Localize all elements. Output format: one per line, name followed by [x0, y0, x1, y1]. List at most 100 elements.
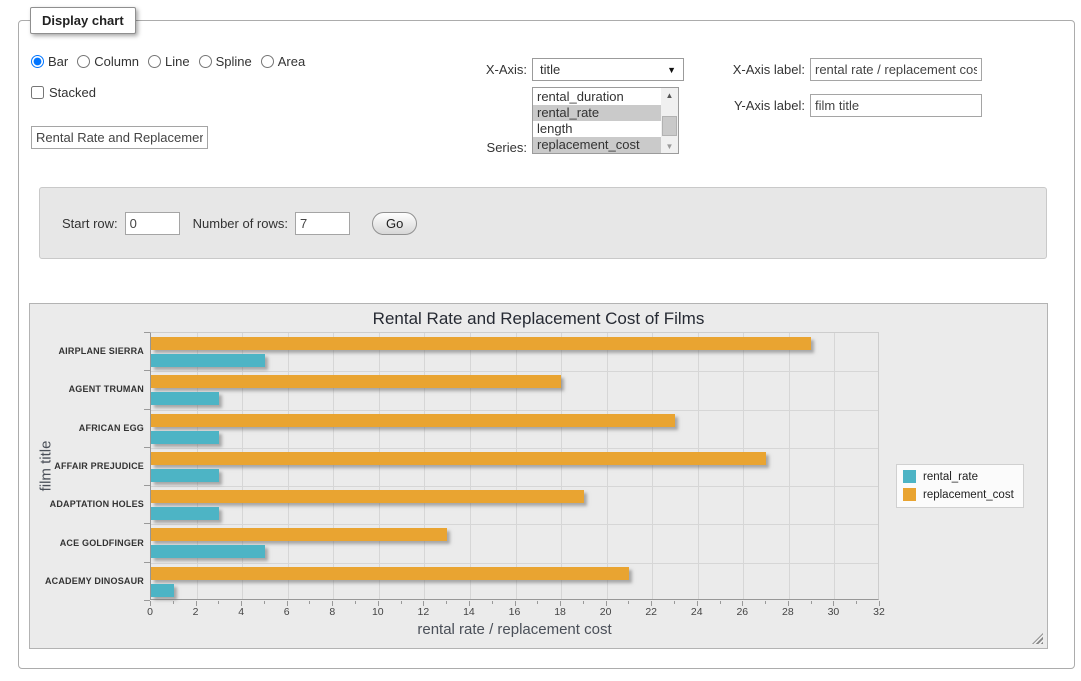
- replacement_cost-bar: [151, 567, 629, 580]
- x-tick-label: 16: [509, 606, 521, 618]
- x-axis-tick: [537, 601, 538, 604]
- chart-type-label: Bar: [48, 54, 68, 69]
- legend-swatch: [903, 488, 916, 501]
- y-axis-tick: [144, 600, 150, 601]
- chart-type-radio-bar[interactable]: [31, 55, 44, 68]
- chart-type-label: Line: [165, 54, 190, 69]
- rental_rate-bar: [151, 545, 265, 558]
- chart-title-input[interactable]: [31, 126, 208, 149]
- chart-legend: rental_rate replacement_cost: [896, 464, 1024, 508]
- go-button[interactable]: Go: [372, 212, 417, 235]
- chart-x-axis-title: rental rate / replacement cost: [150, 621, 879, 638]
- resize-handle-icon[interactable]: [1032, 633, 1043, 644]
- category-label: ACE GOLDFINGER: [30, 523, 144, 561]
- y-axis-label-input[interactable]: [810, 94, 982, 117]
- x-axis-tick: [173, 601, 174, 604]
- vertical-gridline: [652, 333, 653, 599]
- scroll-down-icon[interactable]: ▼: [661, 139, 678, 153]
- vertical-gridline: [333, 333, 334, 599]
- chart-type-option-column[interactable]: Column: [77, 54, 139, 69]
- series-multiselect[interactable]: rental_durationrental_ratelengthreplacem…: [532, 87, 679, 154]
- scroll-up-icon[interactable]: ▲: [661, 88, 678, 102]
- x-tick-label: 30: [828, 606, 840, 618]
- num-rows-input[interactable]: [295, 212, 350, 235]
- vertical-gridline: [470, 333, 471, 599]
- chart-type-option-spline[interactable]: Spline: [199, 54, 252, 69]
- series-option-rental_duration[interactable]: rental_duration: [533, 89, 661, 105]
- vertical-gridline: [516, 333, 517, 599]
- horizontal-gridline: [151, 448, 878, 449]
- x-axis-label-caption: X-Axis label:: [693, 62, 805, 77]
- category-labels: AIRPLANE SIERRAAGENT TRUMANAFRICAN EGGAF…: [30, 332, 144, 600]
- replacement_cost-bar: [151, 414, 675, 427]
- row-range-panel: Start row: Number of rows: Go: [39, 187, 1047, 259]
- chart-type-radio-area[interactable]: [261, 55, 274, 68]
- x-axis-tick: [401, 601, 402, 604]
- x-axis-caption: X-Axis:: [419, 62, 527, 77]
- vertical-gridline: [424, 333, 425, 599]
- rental_rate-bar: [151, 469, 219, 482]
- x-axis-select[interactable]: title ▼: [532, 58, 684, 81]
- vertical-gridline: [607, 333, 608, 599]
- x-tick-label: 32: [873, 606, 885, 618]
- stacked-row: Stacked: [31, 85, 96, 100]
- chart-type-label: Column: [94, 54, 139, 69]
- replacement_cost-bar: [151, 490, 584, 503]
- chevron-down-icon: ▼: [667, 65, 676, 75]
- x-tick-label: 18: [554, 606, 566, 618]
- category-label: AFRICAN EGG: [30, 409, 144, 447]
- x-tick-label: 12: [418, 606, 430, 618]
- plot-area: [150, 332, 879, 600]
- chart-type-radio-line[interactable]: [148, 55, 161, 68]
- series-option-length[interactable]: length: [533, 121, 661, 137]
- horizontal-gridline: [151, 524, 878, 525]
- x-axis-tick: [264, 601, 265, 604]
- x-axis-tick: [674, 601, 675, 604]
- vertical-gridline: [743, 333, 744, 599]
- series-option-rental_rate[interactable]: rental_rate: [533, 105, 661, 121]
- chart-type-option-line[interactable]: Line: [148, 54, 190, 69]
- x-axis-label-input[interactable]: [810, 58, 982, 81]
- y-axis-tick: [144, 332, 150, 333]
- y-axis-tick: [144, 409, 150, 410]
- x-tick-label: 4: [238, 606, 244, 618]
- stacked-label: Stacked: [49, 85, 96, 100]
- x-axis-tick: [583, 601, 584, 604]
- horizontal-gridline: [151, 371, 878, 372]
- start-row-label: Start row:: [62, 216, 118, 231]
- replacement_cost-bar: [151, 337, 811, 350]
- series-options: rental_durationrental_ratelengthreplacem…: [533, 88, 661, 153]
- x-tick-label: 28: [782, 606, 794, 618]
- series-option-replacement_cost[interactable]: replacement_cost: [533, 137, 661, 153]
- chart-type-radio-column[interactable]: [77, 55, 90, 68]
- series-scrollbar[interactable]: ▲ ▼: [661, 88, 678, 153]
- x-tick-label: 26: [736, 606, 748, 618]
- scrollbar-thumb[interactable]: [662, 116, 677, 136]
- horizontal-gridline: [151, 410, 878, 411]
- x-tick-label: 0: [147, 606, 153, 618]
- x-axis-tick: [446, 601, 447, 604]
- chart-type-label: Spline: [216, 54, 252, 69]
- x-axis-tick: [218, 601, 219, 604]
- vertical-gridline: [242, 333, 243, 599]
- stacked-checkbox[interactable]: [31, 86, 44, 99]
- x-tick-label: 14: [463, 606, 475, 618]
- legend-item-rental_rate[interactable]: rental_rate: [903, 470, 1014, 483]
- category-label: AIRPLANE SIERRA: [30, 332, 144, 370]
- legend-swatch: [903, 470, 916, 483]
- chart-type-radio-group: Bar Column Line Spline Area: [31, 54, 314, 69]
- replacement_cost-bar: [151, 452, 766, 465]
- chart-type-option-area[interactable]: Area: [261, 54, 305, 69]
- fieldset-legend: Display chart: [30, 7, 136, 34]
- legend-label: rental_rate: [923, 471, 978, 483]
- category-label: AGENT TRUMAN: [30, 370, 144, 408]
- replacement_cost-bar: [151, 528, 447, 541]
- start-row-input[interactable]: [125, 212, 180, 235]
- vertical-gridline: [698, 333, 699, 599]
- x-axis-tick: [720, 601, 721, 604]
- chart-type-option-bar[interactable]: Bar: [31, 54, 68, 69]
- legend-item-replacement_cost[interactable]: replacement_cost: [903, 488, 1014, 501]
- chart-type-radio-spline[interactable]: [199, 55, 212, 68]
- x-axis-tick: [492, 601, 493, 604]
- rental_rate-bar: [151, 354, 265, 367]
